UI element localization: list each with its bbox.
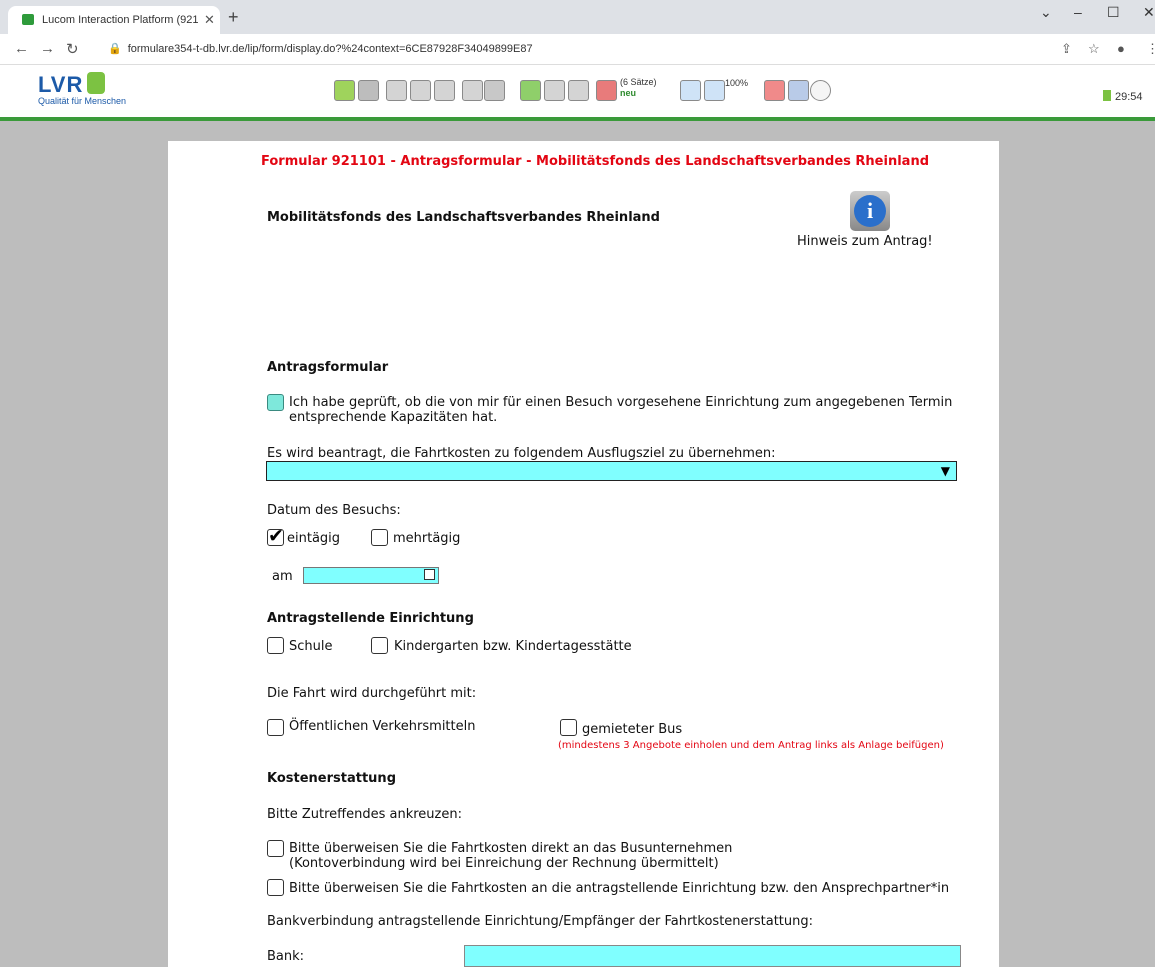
direct-payment-line2: (Kontoverbindung wird bei Einreichung de… bbox=[289, 856, 719, 871]
capacity-label: Ich habe geprüft, ob die von mir für ein… bbox=[289, 395, 979, 425]
previous-record-icon[interactable] bbox=[410, 80, 431, 101]
logo-face-icon bbox=[87, 72, 106, 94]
next-record-icon[interactable] bbox=[434, 80, 455, 101]
destination-select[interactable]: ▼ bbox=[266, 461, 957, 481]
app-header: LVR Qualität für Menschen (6 Sätze) neu … bbox=[0, 65, 1155, 117]
transport-label: Die Fahrt wird durchgeführt mit: bbox=[267, 686, 477, 701]
capacity-label-line1: Ich habe geprüft, ob die von mir für ein… bbox=[289, 395, 953, 410]
binoculars-icon[interactable] bbox=[484, 80, 505, 101]
lvr-logo: LVR Qualität für Menschen bbox=[38, 72, 146, 116]
url-text: formulare354-t-db.lvr.de/lip/form/displa… bbox=[127, 43, 533, 55]
info-label[interactable]: Hinweis zum Antrag! bbox=[797, 234, 933, 249]
tab-title: Lucom Interaction Platform (921 bbox=[42, 14, 199, 26]
menu-icon[interactable]: ⋮ bbox=[1146, 41, 1155, 57]
dropdown-arrow-icon: ▼ bbox=[940, 464, 950, 478]
back-icon[interactable]: ← bbox=[14, 40, 29, 57]
records-count: (6 Sätze) bbox=[620, 77, 657, 87]
delete-record-icon[interactable] bbox=[596, 80, 617, 101]
reload-icon[interactable]: ↻ bbox=[66, 40, 79, 58]
direct-payment-label: Bitte überweisen Sie die Fahrtkosten dir… bbox=[289, 841, 732, 871]
home-icon[interactable] bbox=[334, 80, 355, 101]
zoom-in-icon[interactable] bbox=[704, 80, 725, 101]
am-label: am bbox=[272, 569, 293, 584]
pdf-icon[interactable] bbox=[764, 80, 785, 101]
bus-note: (mindestens 3 Angebote einholen und dem … bbox=[558, 740, 944, 751]
bank-label: Bank: bbox=[267, 949, 305, 964]
oepnv-label: Öffentlichen Verkehrsmitteln bbox=[289, 719, 476, 734]
save-record-icon[interactable] bbox=[544, 80, 565, 101]
mehrtaegig-label: mehrtägig bbox=[393, 531, 461, 546]
section-einrichtung: Antragstellende Einrichtung bbox=[267, 611, 474, 626]
url-field[interactable]: 🔒 formulare354-t-db.lvr.de/lip/form/displ… bbox=[108, 42, 533, 55]
undo-record-icon[interactable] bbox=[568, 80, 589, 101]
kita-checkbox[interactable] bbox=[371, 637, 388, 654]
direct-payment-line1: Bitte überweisen Sie die Fahrtkosten dir… bbox=[289, 841, 733, 856]
profile-icon[interactable]: ● bbox=[1117, 41, 1125, 56]
tick-label: Bitte Zutreffendes ankreuzen: bbox=[267, 807, 462, 822]
date-input[interactable] bbox=[303, 567, 439, 584]
schule-checkbox[interactable] bbox=[267, 637, 284, 654]
einrichtung-payment-checkbox[interactable] bbox=[267, 879, 284, 896]
eintaegig-checkbox[interactable] bbox=[267, 525, 284, 547]
info-i-icon: i bbox=[854, 195, 886, 227]
schule-label: Schule bbox=[289, 639, 333, 654]
capacity-checkbox[interactable] bbox=[267, 394, 284, 411]
session-timer: 29:54 bbox=[1103, 90, 1143, 103]
maximize-icon[interactable]: ☐ bbox=[1107, 4, 1120, 21]
bank-info-label: Bankverbindung antragstellende Einrichtu… bbox=[267, 914, 814, 929]
capacity-label-line2: entsprechende Kapazitäten hat. bbox=[289, 410, 498, 425]
einrichtung-payment-label: Bitte überweisen Sie die Fahrtkosten an … bbox=[289, 881, 950, 896]
zoom-level: 100% bbox=[725, 78, 749, 88]
share-icon[interactable]: ⇪ bbox=[1061, 41, 1072, 57]
date-label: Datum des Besuchs: bbox=[267, 503, 401, 518]
bank-input[interactable] bbox=[464, 945, 961, 967]
browser-tabbar: Lucom Interaction Platform (921 ✕ + ⌄ – … bbox=[0, 0, 1155, 34]
form-title: Mobilitätsfonds des Landschaftsverbandes… bbox=[267, 210, 660, 225]
section-antragsformular: Antragsformular bbox=[267, 360, 389, 375]
forward-icon[interactable]: → bbox=[40, 40, 55, 57]
minimize-icon[interactable]: – bbox=[1074, 4, 1082, 20]
address-bar: ← → ↻ 🔒 formulare354-t-db.lvr.de/lip/form… bbox=[0, 34, 1155, 65]
logo-text: LVR bbox=[38, 72, 84, 97]
tab-favicon-icon bbox=[22, 14, 34, 25]
list-icon[interactable] bbox=[358, 80, 379, 101]
tab-search-icon[interactable]: ⌄ bbox=[1040, 4, 1052, 21]
oepnv-checkbox[interactable] bbox=[267, 719, 284, 736]
logo-tagline: Qualität für Menschen bbox=[38, 96, 127, 106]
kita-label: Kindergarten bzw. Kindertagesstätte bbox=[394, 639, 632, 654]
section-kosten: Kostenerstattung bbox=[267, 771, 396, 786]
zoom-out-icon[interactable] bbox=[680, 80, 701, 101]
new-tab-icon[interactable]: + bbox=[228, 7, 239, 28]
browser-tab[interactable]: Lucom Interaction Platform (921 ✕ bbox=[8, 6, 220, 34]
info-button[interactable]: i bbox=[850, 191, 890, 231]
header-divider bbox=[0, 117, 1155, 121]
form-header: Formular 921101 - Antragsformular - Mobi… bbox=[261, 154, 930, 169]
bookmark-star-icon[interactable]: ☆ bbox=[1088, 41, 1100, 57]
form-page: Formular 921101 - Antragsformular - Mobi… bbox=[168, 141, 999, 967]
bus-checkbox[interactable] bbox=[560, 719, 577, 736]
hourglass-icon bbox=[1103, 90, 1111, 101]
info-icon[interactable] bbox=[788, 80, 809, 101]
tab-close-icon[interactable]: ✕ bbox=[204, 12, 215, 28]
close-window-icon[interactable]: ✕ bbox=[1143, 4, 1155, 21]
help-icon[interactable] bbox=[810, 80, 831, 101]
timer-value: 29:54 bbox=[1115, 91, 1143, 103]
lock-icon: 🔒 bbox=[108, 43, 122, 55]
direct-payment-checkbox[interactable] bbox=[267, 840, 284, 857]
mehrtaegig-checkbox[interactable] bbox=[371, 529, 388, 546]
calendar-icon[interactable] bbox=[424, 569, 435, 580]
last-record-icon[interactable] bbox=[462, 80, 483, 101]
eintaegig-label: eintägig bbox=[287, 531, 341, 546]
destination-label: Es wird beantragt, die Fahrtkosten zu fo… bbox=[267, 446, 776, 461]
bus-label: gemieteter Bus bbox=[582, 722, 683, 737]
first-record-icon[interactable] bbox=[386, 80, 407, 101]
records-new: neu bbox=[620, 88, 637, 98]
add-record-icon[interactable] bbox=[520, 80, 541, 101]
